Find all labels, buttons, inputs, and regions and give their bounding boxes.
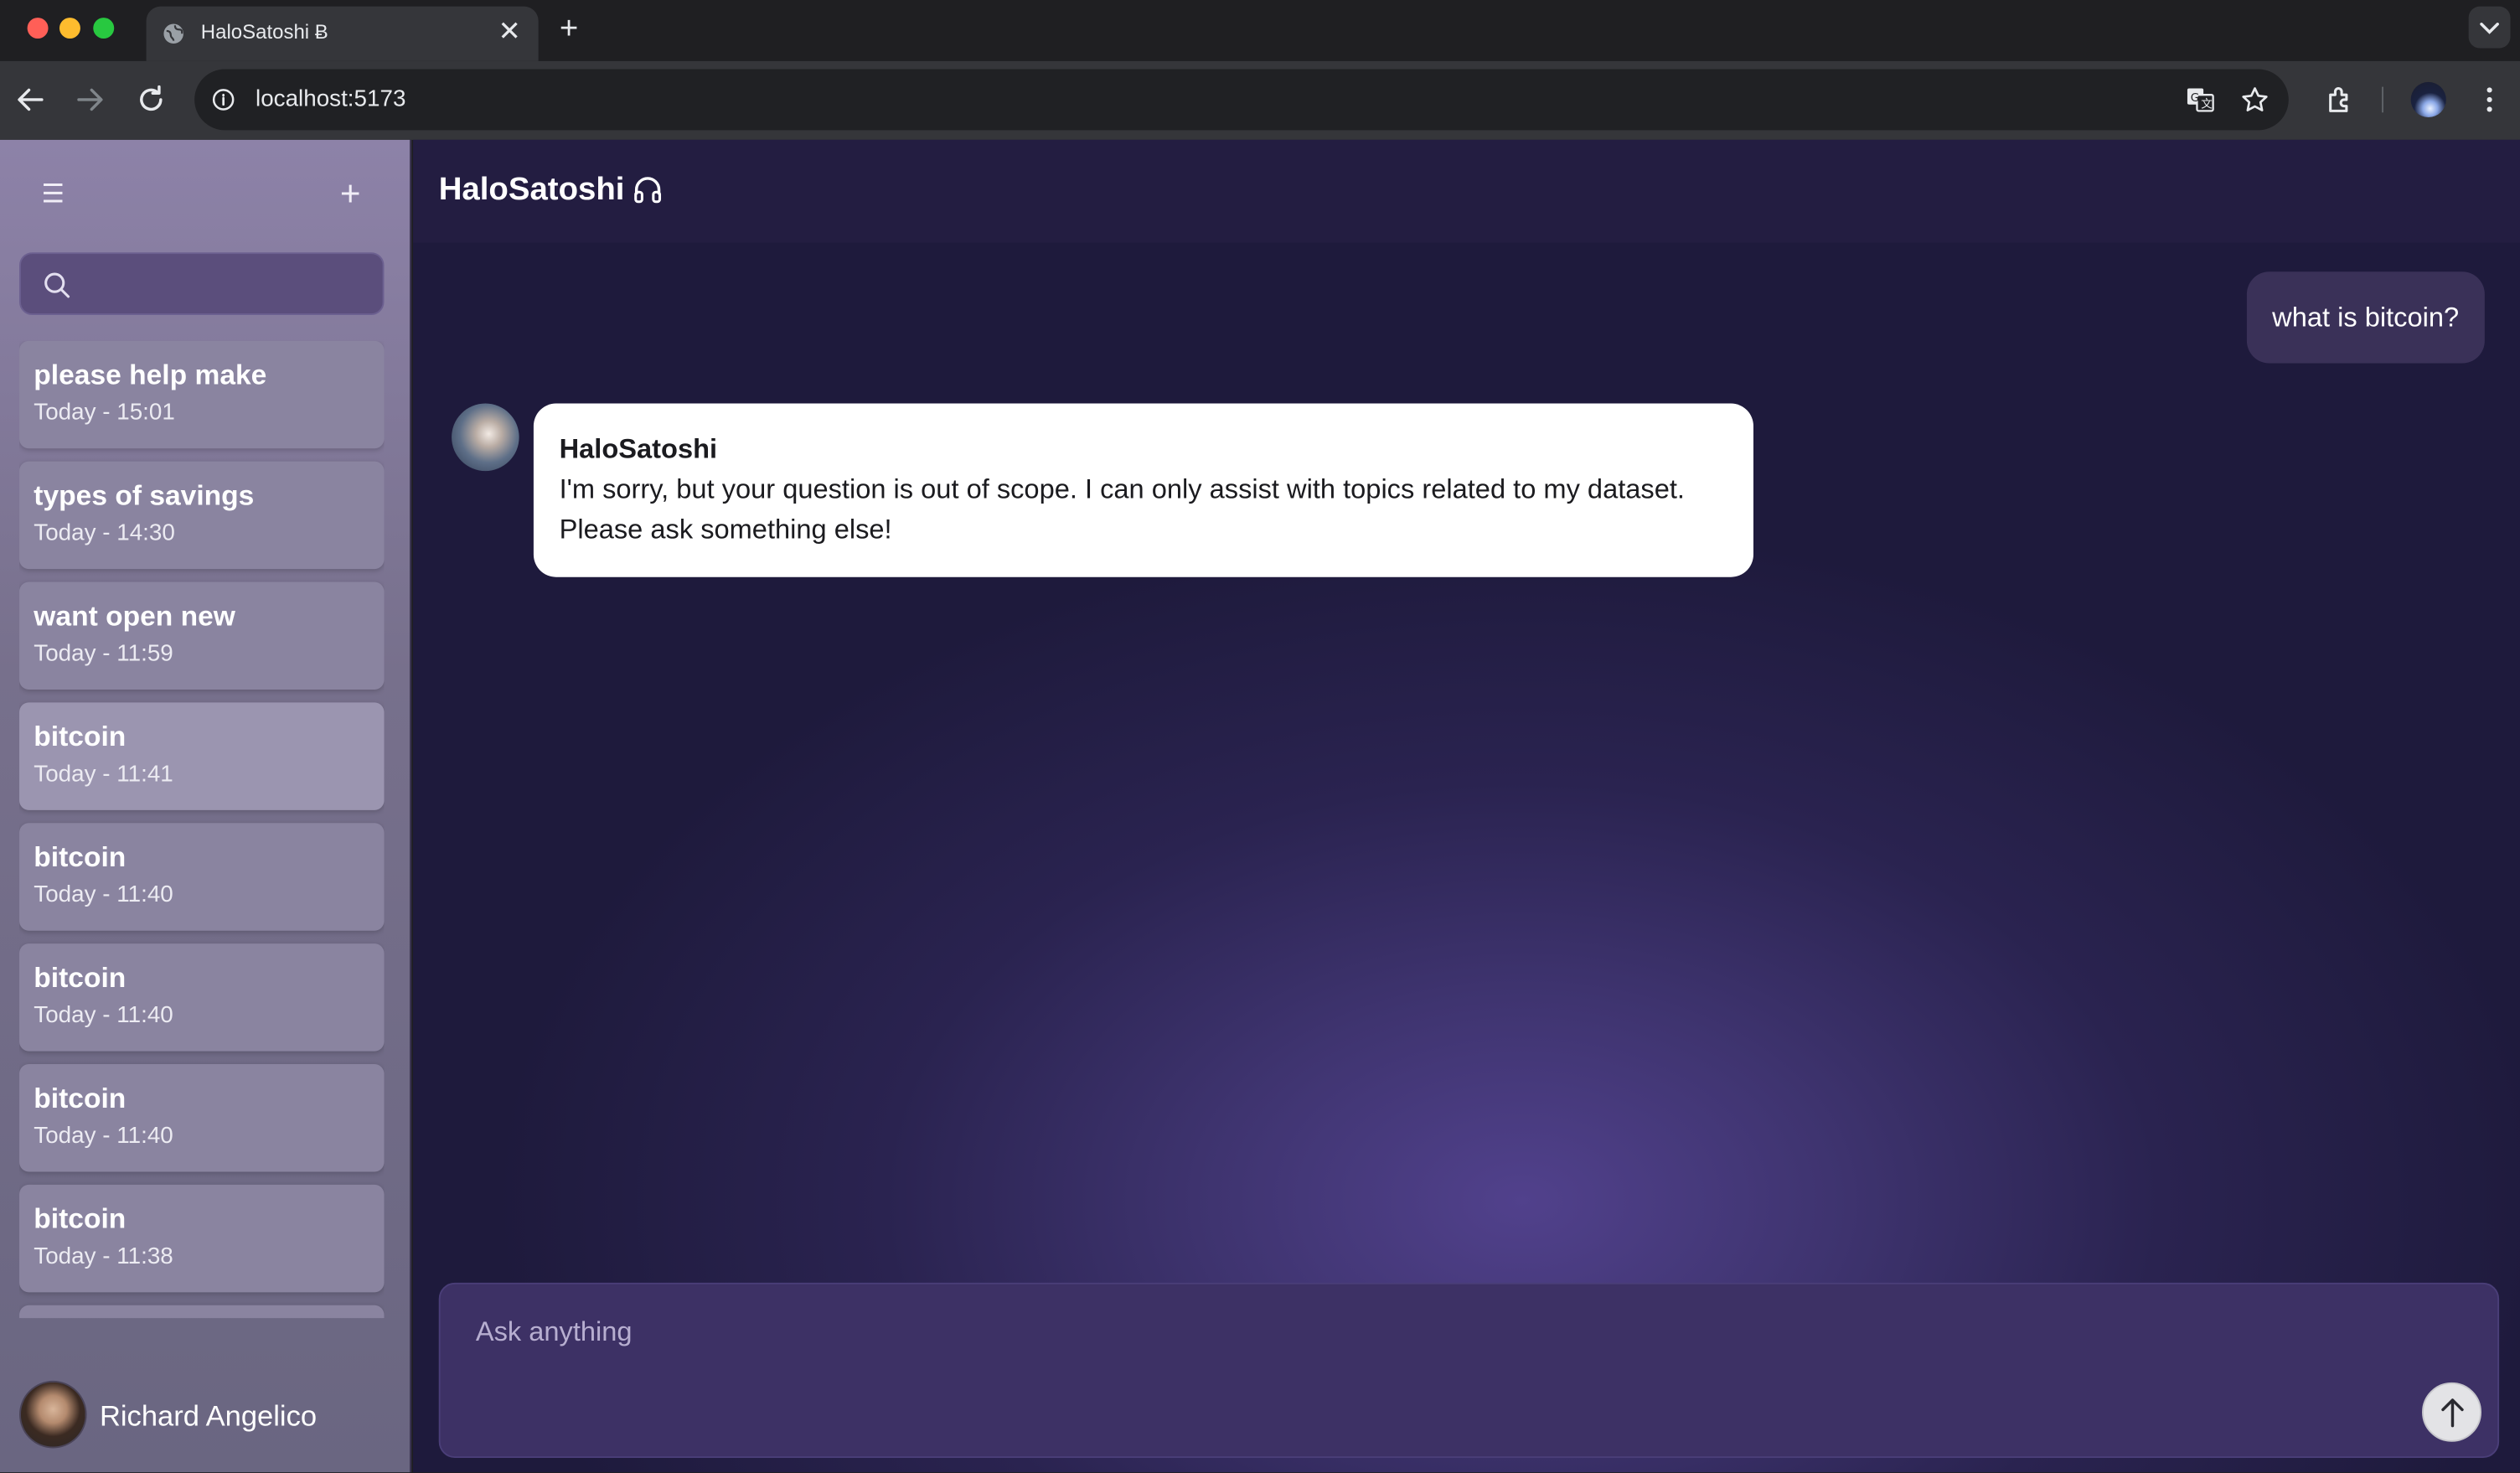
chat-title: bitcoin	[34, 961, 127, 994]
user-message-text: what is bitcoin?	[2272, 302, 2460, 333]
chat-history-item[interactable]: want open new Today - 11:59	[19, 581, 385, 690]
chat-history-list: please help make Today - 15:01 types of …	[19, 340, 385, 1319]
bot-avatar	[452, 403, 519, 472]
chat-title: bitcoin	[34, 840, 127, 873]
chat-history-item[interactable]: types of savings Today - 14:30	[19, 461, 385, 570]
window-zoom-button[interactable]	[93, 18, 115, 39]
forward-arrow-icon[interactable]	[72, 82, 107, 117]
bot-name: HaloSatoshi	[559, 433, 718, 465]
globe-icon	[163, 23, 183, 44]
chat-title: please help make	[34, 358, 267, 391]
window-close-button[interactable]	[27, 18, 49, 39]
chat-timestamp: Today - 11:40	[34, 1123, 173, 1150]
chat-history-item[interactable]: bitcoin Today - 11:40	[19, 823, 385, 931]
new-tab-button[interactable]: +	[551, 10, 586, 49]
chat-history-item[interactable]: bitcoin Today - 11:40	[19, 1063, 385, 1172]
chat-history-item-partial[interactable]	[19, 1305, 385, 1319]
bot-message-line: I'm sorry, but your question is out of s…	[559, 473, 1685, 505]
bot-message-bubble: HaloSatoshi I'm sorry, but your question…	[533, 403, 1753, 577]
user-profile[interactable]: Richard Angelico	[19, 1380, 389, 1451]
arrow-up-icon	[2441, 1398, 2464, 1428]
chat-timestamp: Today - 15:01	[34, 400, 175, 426]
app-window: ☰ + please help make Today - 15:01 types…	[0, 139, 2520, 1473]
chat-title: bitcoin	[34, 720, 127, 752]
back-arrow-icon[interactable]	[13, 82, 48, 117]
svg-text:G: G	[2191, 92, 2199, 105]
search-input[interactable]	[85, 266, 374, 302]
tab-title: HaloSatoshi Ƀ	[200, 20, 328, 44]
chat-title: want open new	[34, 599, 235, 632]
bot-message-line: Please ask something else!	[559, 514, 892, 545]
search-box	[19, 252, 385, 316]
translate-icon[interactable]: G文	[2186, 85, 2215, 115]
chat-timestamp: Today - 14:30	[34, 520, 175, 547]
close-icon[interactable]: ✕	[493, 14, 525, 49]
chat-title: bitcoin	[34, 1082, 127, 1114]
tab-search-button[interactable]	[2468, 6, 2511, 49]
info-icon[interactable]	[212, 89, 235, 111]
chevron-down-icon	[2480, 23, 2499, 34]
chat-timestamp: Today - 11:40	[34, 882, 173, 908]
page-title: HaloSatoshi	[438, 172, 625, 208]
chat-history-item[interactable]: bitcoin Today - 11:38	[19, 1184, 385, 1293]
chat-history-item-active[interactable]: bitcoin Today - 11:41	[19, 702, 385, 810]
message-input[interactable]	[475, 1316, 2404, 1381]
chat-history-item[interactable]: bitcoin Today - 11:40	[19, 943, 385, 1052]
hamburger-icon[interactable]: ☰	[35, 178, 70, 214]
chat-timestamp: Today - 11:41	[34, 762, 173, 788]
reload-icon[interactable]	[133, 82, 168, 117]
message-composer	[438, 1282, 2500, 1458]
headphones-icon	[634, 177, 662, 204]
chat-title: bitcoin	[34, 1202, 127, 1235]
window-minimize-button[interactable]	[59, 18, 80, 39]
chat-title: types of savings	[34, 478, 255, 512]
address-bar[interactable]: localhost:5173 G文	[194, 69, 2289, 131]
sidebar: ☰ + please help make Today - 15:01 types…	[0, 139, 412, 1473]
new-chat-button[interactable]: +	[331, 174, 369, 214]
star-icon[interactable]	[2240, 85, 2270, 115]
user-name: Richard Angelico	[99, 1399, 318, 1433]
chat-timestamp: Today - 11:59	[34, 641, 173, 668]
search-icon	[44, 272, 70, 298]
browser-tab[interactable]: HaloSatoshi Ƀ ✕	[146, 6, 539, 61]
chat-header: HaloSatoshi	[413, 139, 2520, 243]
browser-tab-strip: HaloSatoshi Ƀ ✕ +	[0, 0, 2520, 61]
chat-timestamp: Today - 11:38	[34, 1243, 173, 1270]
user-avatar	[19, 1380, 87, 1449]
browser-toolbar: localhost:5173 G文	[0, 60, 2520, 140]
extensions-icon[interactable]	[2324, 84, 2356, 116]
svg-text:文: 文	[2201, 98, 2212, 111]
browser-profile-avatar[interactable]	[2410, 81, 2446, 118]
chat-timestamp: Today - 11:40	[34, 1003, 173, 1029]
chat-history-item[interactable]: please help make Today - 15:01	[19, 340, 385, 449]
kebab-menu-icon[interactable]	[2473, 84, 2505, 116]
url-text: localhost:5173	[256, 86, 406, 113]
user-message-bubble: what is bitcoin?	[2246, 271, 2485, 364]
toolbar-divider	[2382, 86, 2383, 113]
chat-panel: HaloSatoshi what is bitcoin? HaloSatoshi…	[413, 139, 2520, 1473]
send-button[interactable]	[2422, 1382, 2482, 1442]
